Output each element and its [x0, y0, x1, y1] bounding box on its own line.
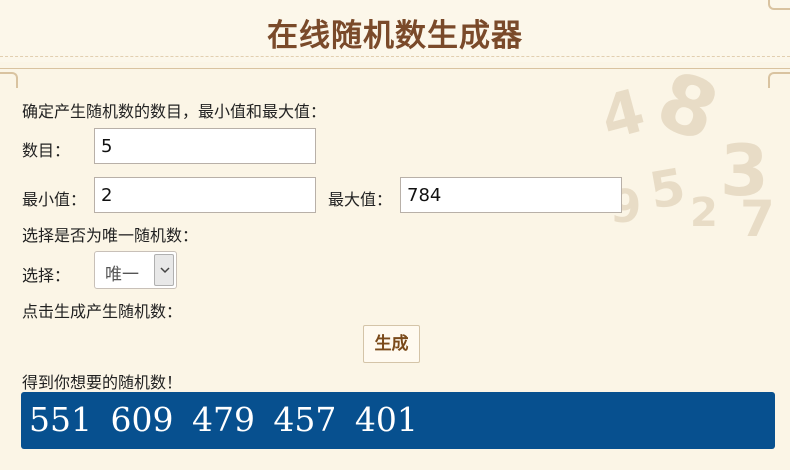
select-label: 选择：: [22, 266, 71, 285]
decorative-corner: [768, 0, 790, 10]
count-input[interactable]: [94, 128, 316, 164]
unique-select[interactable]: 唯一: [94, 251, 177, 289]
page-title: 在线随机数生成器: [267, 18, 523, 54]
background-numbers-decoration: 4 8 3 5 2 7 9: [593, 70, 775, 248]
min-label: 最小值：: [22, 190, 87, 209]
intro-label: 确定产生随机数的数目，最小值和最大值：: [22, 102, 327, 121]
count-label: 数目：: [22, 141, 71, 160]
generate-button[interactable]: 生成: [363, 325, 420, 363]
min-input[interactable]: [94, 177, 316, 213]
generate-prompt: 点击生成产生随机数：: [22, 302, 183, 321]
select-value: 唯一: [105, 265, 139, 285]
chevron-down-icon[interactable]: [154, 254, 174, 286]
page-header: 在线随机数生成器: [0, 0, 790, 62]
unique-prompt: 选择是否为唯一随机数：: [22, 226, 199, 245]
decorative-corner: [0, 72, 18, 88]
content-divider: [0, 68, 790, 69]
header-divider: [0, 56, 790, 57]
max-input[interactable]: [400, 177, 622, 213]
result-display: 551 609 479 457 401: [21, 392, 775, 449]
result-prompt: 得到你想要的随机数！: [22, 373, 183, 392]
max-label: 最大值：: [328, 190, 393, 209]
